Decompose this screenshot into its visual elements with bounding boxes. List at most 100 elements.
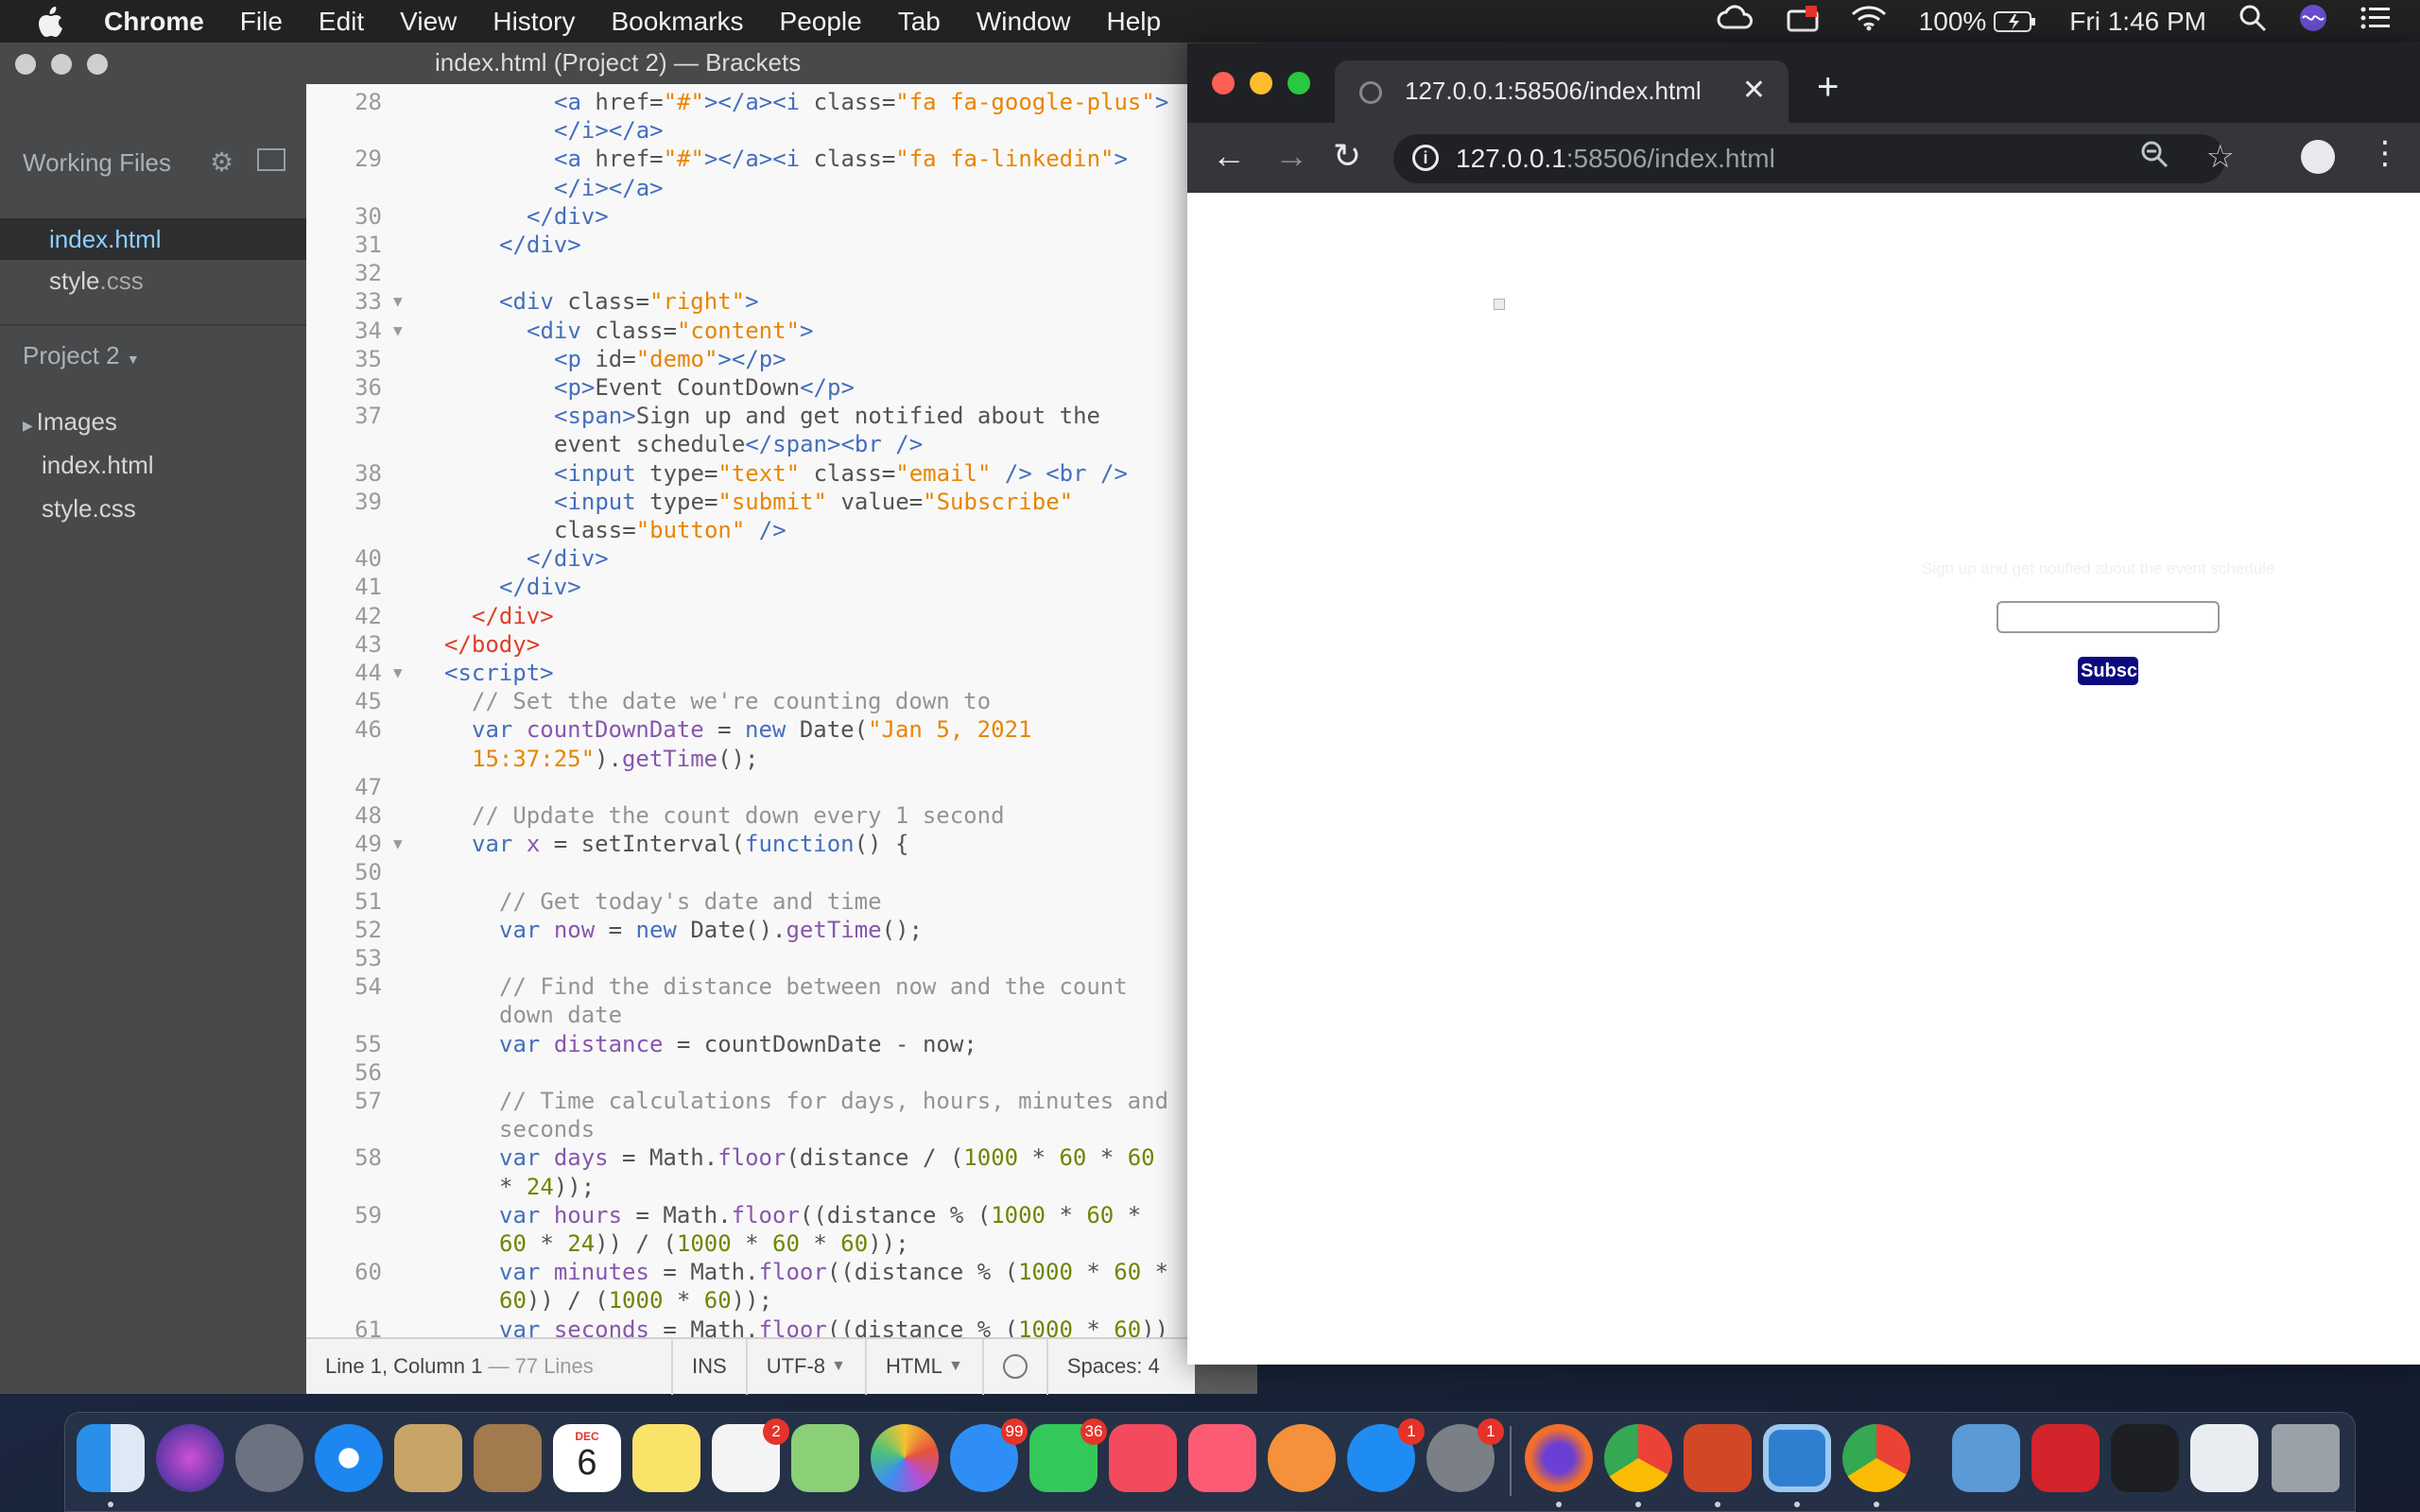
safari-icon[interactable] [315,1424,383,1492]
new-tab-button[interactable]: + [1817,66,1839,109]
email-input[interactable] [1996,601,2220,633]
menu-file[interactable]: File [240,7,283,37]
close-window-button[interactable] [15,54,36,75]
menu-edit[interactable]: Edit [319,7,364,37]
project-dropdown[interactable]: Project 2 ▼ [23,341,140,370]
browser-tab[interactable]: 127.0.0.1:58506/index.html ✕ [1335,60,1789,123]
maps-icon[interactable] [791,1424,859,1492]
subscribe-button[interactable]: Subscribe [2078,657,2138,685]
apple-menu-icon[interactable] [0,6,104,38]
line-number: 34 [354,317,382,344]
code-line: 28 <a href="#"></a><i class="fa fa-google… [306,88,1195,116]
media-status-icon[interactable] [1787,4,1819,39]
mail-icon[interactable] [394,1424,462,1492]
battery-status[interactable]: 100% [1919,7,2038,37]
linter-status[interactable] [981,1338,1046,1395]
menu-people[interactable]: People [780,7,862,37]
trash-icon[interactable] [2272,1424,2340,1492]
documents-stack-icon[interactable] [2190,1424,2258,1492]
firefox-icon[interactable] [1525,1424,1593,1492]
app-store-icon[interactable]: 1 [1347,1418,1425,1492]
adobe-cloud-icon[interactable] [2031,1424,2100,1492]
tree-file-style[interactable]: style.css [42,494,136,524]
linter-circle-icon [1002,1354,1028,1379]
forward-arrow-icon[interactable]: → [1274,136,1308,176]
info-icon[interactable]: i [1412,145,1439,171]
code-text: seconds [499,1116,596,1143]
split-view-icon[interactable] [257,148,285,171]
zoom-window-button[interactable] [87,54,108,75]
menu-view[interactable]: View [400,7,457,37]
chrome-canary-icon[interactable] [1842,1424,1910,1492]
back-arrow-icon[interactable]: ← [1212,136,1246,176]
menu-bookmarks[interactable]: Bookmarks [611,7,743,37]
code-line: 55 var distance = countDownDate - now; [306,1030,1195,1058]
notification-center-icon[interactable] [2360,5,2392,38]
messages-icon[interactable]: 99 [950,1418,1028,1492]
spotlight-search-icon[interactable] [2238,4,2267,39]
books-icon[interactable] [1268,1424,1336,1492]
calendar-icon[interactable]: DEC 6 [553,1424,621,1492]
tree-folder-images[interactable]: ▶ Images [23,407,117,437]
code-text: <span>Sign up and get notified about the [554,403,1100,430]
address-bar[interactable]: i 127.0.0.1:58506/index.html ☆ [1393,134,2235,183]
system-preferences-icon[interactable]: 1 [1426,1418,1504,1492]
facetime-icon[interactable]: 36 [1029,1418,1107,1492]
working-file-index[interactable]: index.html [0,218,306,260]
code-line: event schedule</span><br /> [306,430,1195,458]
zoom-window-button[interactable] [1288,72,1310,94]
music-icon[interactable] [1188,1424,1256,1492]
wifi-icon[interactable] [1851,5,1887,38]
menu-history[interactable]: History [493,7,575,37]
profile-avatar-icon[interactable] [2301,140,2335,174]
line-number: 60 [354,1259,382,1286]
indent-setting[interactable]: Spaces: 4 [1046,1338,1179,1395]
fold-arrow-icon[interactable]: ▼ [393,287,403,316]
folder-stack-icon[interactable] [1952,1424,2020,1492]
broken-image-icon [1494,299,1505,310]
code-line: 34 ▼ <div class="content"> [306,317,1195,345]
minimize-window-button[interactable] [1250,72,1272,94]
tree-file-index[interactable]: index.html [42,451,154,480]
chrome-menu-icon[interactable]: ⋮ [2369,134,2401,172]
terminal-stack-icon[interactable] [2111,1424,2179,1492]
close-window-button[interactable] [1212,72,1235,94]
fold-arrow-icon[interactable]: ▼ [393,830,403,858]
close-tab-icon[interactable]: ✕ [1742,74,1766,107]
insert-mode-toggle[interactable]: INS [671,1338,746,1395]
working-file-style[interactable]: style.css [0,260,306,301]
app-menu[interactable]: Chrome [104,7,204,37]
gear-icon[interactable]: ⚙ [210,146,233,178]
chevron-down-icon: ▼ [831,1358,846,1374]
fold-arrow-icon[interactable]: ▼ [393,659,403,687]
siri-icon[interactable] [156,1424,224,1492]
creative-cloud-icon[interactable] [1717,5,1754,38]
photos-icon[interactable] [871,1424,939,1492]
contacts-icon[interactable] [474,1424,542,1492]
code-editor[interactable]: 28 <a href="#"></a><i class="fa fa-google… [306,84,1195,1337]
powerpoint-icon[interactable] [1684,1424,1752,1492]
code-text: var now = new Date().getTime(); [499,916,923,943]
minimize-window-button[interactable] [51,54,72,75]
chrome-icon[interactable] [1604,1424,1672,1492]
fold-arrow-icon[interactable]: ▼ [393,317,403,345]
clock[interactable]: Fri 1:46 PM [2069,7,2206,37]
notes-icon[interactable] [632,1424,700,1492]
reload-icon[interactable]: ↻ [1333,136,1361,176]
zoom-out-icon[interactable] [2140,140,2169,176]
finder-icon[interactable] [77,1424,145,1492]
menu-help[interactable]: Help [1106,7,1161,37]
bookmark-star-icon[interactable]: ☆ [2206,138,2235,176]
encoding-dropdown[interactable]: UTF-8 ▼ [745,1338,865,1395]
cursor-position: Line 1, Column 1 — 77 Lines [306,1338,671,1395]
language-dropdown[interactable]: HTML ▼ [864,1338,982,1395]
menu-tab[interactable]: Tab [898,7,941,37]
launchpad-icon[interactable] [235,1424,303,1492]
news-icon[interactable] [1109,1424,1177,1492]
siri-icon[interactable] [2299,4,2327,39]
reminders-icon[interactable]: 2 [712,1418,789,1492]
line-number: 56 [354,1058,382,1086]
brackets-icon[interactable] [1763,1424,1831,1492]
line-number: 37 [354,403,382,430]
menu-window[interactable]: Window [977,7,1071,37]
